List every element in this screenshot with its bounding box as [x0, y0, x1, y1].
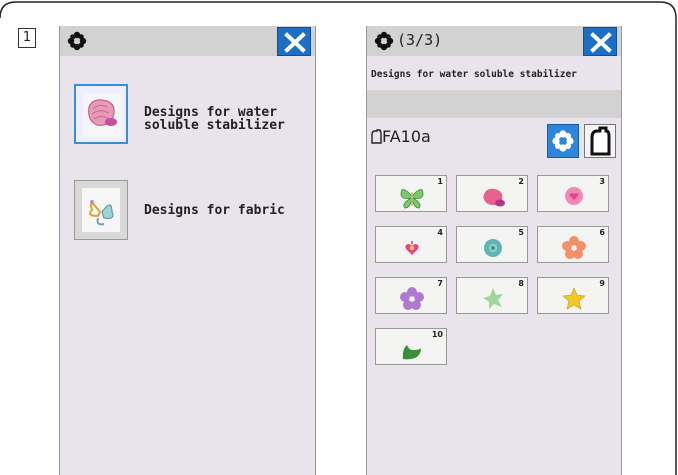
screen-design-category: Designs for water soluble stabilizer Des…	[59, 26, 316, 475]
design-number: 2	[518, 177, 524, 186]
hoop-code: FA10a	[371, 127, 431, 146]
butterfly-design-icon	[89, 200, 114, 226]
flower-design-icon	[400, 287, 424, 310]
screen-design-list: (3/3) Designs for water soluble stabiliz…	[366, 26, 622, 475]
design-button-1[interactable]: 1	[375, 175, 447, 212]
flower-icon	[374, 31, 394, 51]
title-bar: (3/3)	[367, 26, 621, 56]
step-number: 1	[18, 28, 36, 48]
design-button-4[interactable]: 4	[375, 226, 447, 263]
design-button-7[interactable]: 7	[375, 277, 447, 314]
close-button[interactable]	[277, 27, 311, 56]
design-number: 8	[518, 279, 524, 288]
hoop-icon	[590, 126, 611, 156]
butterfly-design-icon	[400, 189, 424, 209]
design-button-6[interactable]: 6	[537, 226, 609, 263]
close-icon	[284, 32, 306, 53]
leaf-design-icon	[402, 345, 421, 360]
flower-design-icon	[562, 236, 586, 259]
design-number: 10	[431, 330, 443, 339]
shell-design-icon	[483, 188, 505, 207]
category-subtitle: Designs for water soluble stabilizer	[371, 69, 577, 80]
shell-design-icon	[88, 99, 117, 126]
hoop-mode-button[interactable]	[584, 124, 616, 158]
design-mode-button[interactable]	[547, 124, 579, 158]
design-button-3[interactable]: 3	[537, 175, 609, 212]
star-flower-design-icon	[483, 288, 503, 309]
fabric-designs-label: Designs for fabric	[144, 203, 285, 218]
water-soluble-designs-button[interactable]	[74, 84, 128, 144]
design-button-2[interactable]: 2	[456, 175, 528, 212]
design-button-8[interactable]: 8	[456, 277, 528, 314]
page-indicator: (3/3)	[397, 31, 443, 49]
design-number: 7	[437, 279, 443, 288]
hoop-icon	[371, 129, 382, 144]
design-button-9[interactable]: 9	[537, 277, 609, 314]
star-design-icon	[562, 287, 586, 310]
small-heart-design-icon	[405, 241, 419, 255]
design-number: 4	[437, 228, 443, 237]
design-number: 3	[599, 177, 605, 186]
design-button-10[interactable]: 10	[375, 328, 447, 365]
close-icon	[590, 32, 612, 53]
water-soluble-designs-label: Designs for water soluble stabilizer	[144, 105, 285, 133]
design-number: 5	[518, 228, 524, 237]
design-button-5[interactable]: 5	[456, 226, 528, 263]
design-number: 1	[437, 177, 443, 186]
flower-icon	[552, 130, 574, 152]
fabric-designs-button[interactable]	[74, 180, 128, 240]
heart-flower-design-icon	[565, 187, 583, 205]
title-bar	[60, 26, 315, 56]
round-flower-design-icon	[484, 239, 502, 257]
hoop-code-text: FA10a	[382, 127, 431, 146]
design-number: 9	[599, 279, 605, 288]
close-button[interactable]	[583, 27, 617, 56]
design-number: 6	[599, 228, 605, 237]
info-strip	[367, 90, 621, 118]
flower-icon	[67, 31, 87, 51]
